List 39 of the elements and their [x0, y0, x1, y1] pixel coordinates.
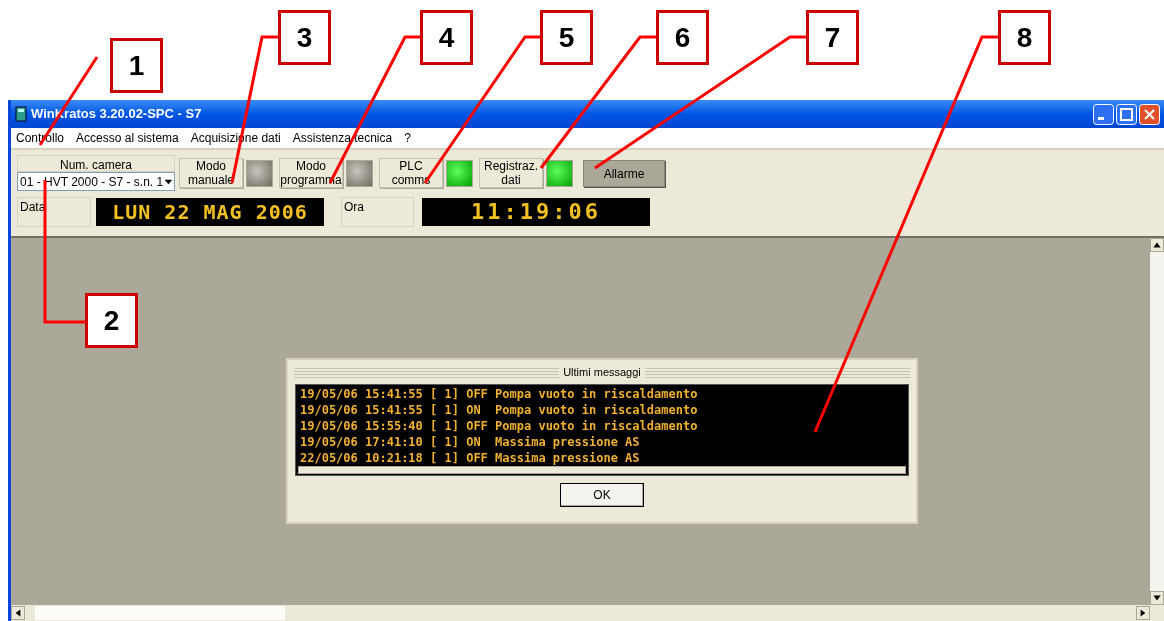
maximize-icon[interactable] — [1116, 103, 1137, 125]
callout-number: 4 — [420, 10, 473, 65]
callout-number: 6 — [656, 10, 709, 65]
mode-button[interactable]: PLC comms — [379, 158, 443, 188]
horizontal-scrollbar[interactable] — [298, 466, 906, 474]
scroll-up-icon[interactable] — [1150, 238, 1164, 252]
message-line: 19/05/06 15:41:55 [ 1] OFF Pompa vuoto in riscaldamento — [300, 386, 699, 402]
mode-button[interactable]: Registraz. dati — [479, 158, 543, 188]
time-label: Ora — [341, 197, 414, 227]
scrollbar-thumb[interactable] — [35, 606, 285, 620]
camera-label: Num. camera — [17, 155, 175, 172]
scroll-left-icon[interactable] — [11, 606, 25, 620]
menu-item[interactable]: Assistenza tecnica — [292, 129, 393, 147]
mode-button[interactable]: Modo programma — [279, 158, 343, 188]
callout-number: 2 — [85, 293, 138, 348]
alarm-button[interactable]: Allarme — [583, 160, 665, 187]
date-label: Data — [17, 197, 91, 227]
time-display: 11:19:06 — [422, 198, 650, 226]
minimize-icon[interactable] — [1093, 103, 1114, 125]
scroll-down-icon[interactable] — [1150, 591, 1164, 605]
date-display: LUN 22 MAG 2006 — [96, 198, 324, 226]
message-line: 22/05/06 10:21:18 [ 1] OFF Massima pressione AS — [300, 450, 641, 466]
mode-button[interactable]: Modo manuale — [179, 158, 243, 188]
close-icon[interactable] — [1139, 103, 1160, 125]
menu-item[interactable]: Accesso al sistema — [76, 129, 179, 147]
menu-item[interactable]: ? — [404, 129, 411, 147]
callout-number: 7 — [806, 10, 859, 65]
message-line: 19/05/06 17:41:10 [ 1] ON Massima pressione AS — [300, 434, 641, 450]
callout-number: 1 — [110, 38, 163, 93]
app-icon — [15, 106, 27, 122]
dialog-title: Ultimi messaggi — [559, 366, 645, 378]
callout-number: 5 — [540, 10, 593, 65]
message-line: 19/05/06 15:41:55 [ 1] ON Pompa vuoto in riscaldamento — [300, 402, 699, 418]
vertical-scrollbar[interactable] — [1150, 238, 1164, 605]
scroll-right-icon[interactable] — [1136, 606, 1150, 620]
message-line: 19/05/06 15:55:40 [ 1] OFF Pompa vuoto in riscaldamento — [300, 418, 699, 434]
ok-button[interactable]: OK — [560, 483, 644, 507]
callout-number: 8 — [998, 10, 1051, 65]
callout-number: 3 — [278, 10, 331, 65]
